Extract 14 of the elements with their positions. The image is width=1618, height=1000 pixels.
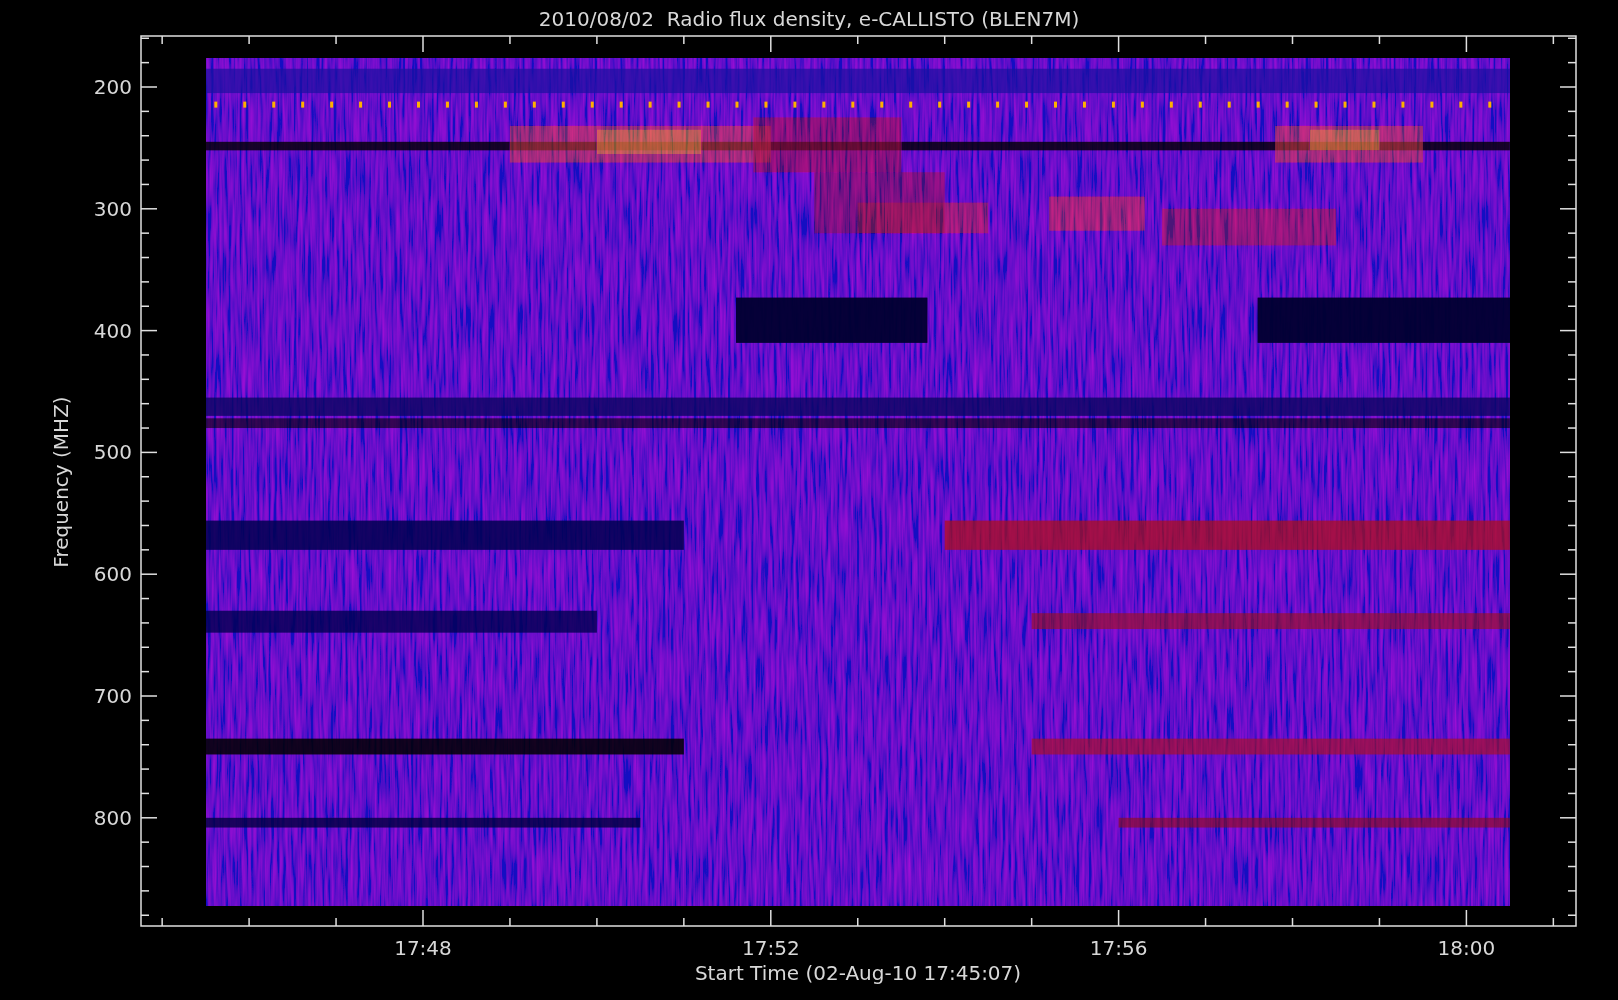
y-tick-label: 800 <box>93 805 132 830</box>
x-tick-label: 17:52 <box>742 936 800 960</box>
x-tick-label: 17:48 <box>394 936 452 960</box>
y-tick-label: 500 <box>93 440 132 465</box>
y-tick-label: 600 <box>93 562 132 587</box>
y-tick-label: 700 <box>93 684 132 708</box>
x-axis-label: Start Time (02-Aug-10 17:45:07) <box>694 961 1022 985</box>
y-tick-label: 200 <box>93 75 132 99</box>
y-axis-label: Frequency (MHZ) <box>49 396 73 568</box>
x-tick-label: 17:56 <box>1089 936 1148 960</box>
x-tick-label: 18:00 <box>1437 936 1496 960</box>
chart-title: 2010/08/02 Radio flux density, e-CALLISTO (BLEN7M) <box>538 7 1080 31</box>
y-tick-label: 400 <box>93 318 132 343</box>
y-tick-label: 300 <box>93 196 132 221</box>
